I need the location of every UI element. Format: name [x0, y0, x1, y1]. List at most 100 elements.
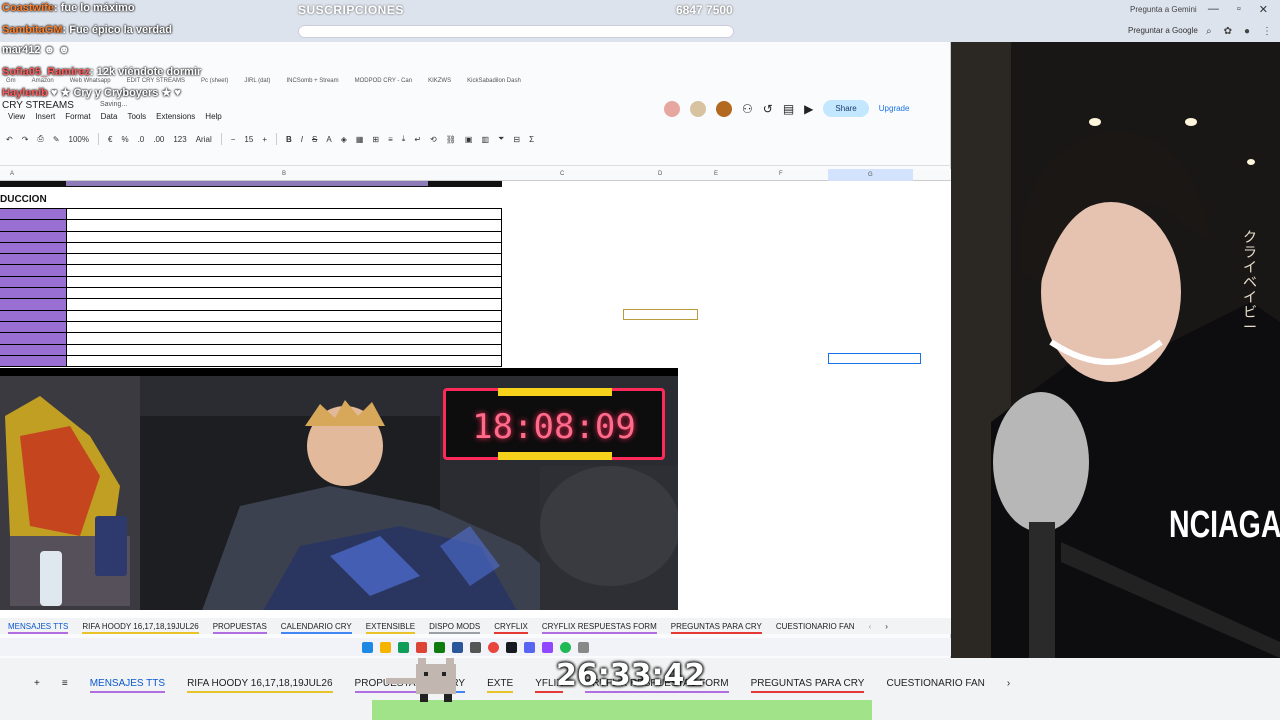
tab-scroll-right-icon[interactable]: › — [885, 622, 888, 631]
meet-icon[interactable]: ▶ — [804, 102, 813, 116]
column-header[interactable]: C — [560, 171, 564, 177]
italic-icon[interactable]: I — [301, 135, 303, 144]
app-icon[interactable] — [398, 641, 409, 653]
decrease-decimal-button[interactable]: .0 — [138, 135, 145, 144]
sheet-tab[interactable]: PROPUESTAS — [212, 622, 267, 634]
sheet-tab[interactable]: CRYFLIX — [494, 622, 528, 634]
sheet-tab[interactable]: MENSAJES TTS — [89, 678, 166, 693]
table-row[interactable] — [0, 265, 502, 277]
text-color-icon[interactable]: A — [326, 135, 331, 144]
profile-icon[interactable]: ● — [1244, 26, 1250, 37]
bookmark[interactable]: Pc (sheet) — [201, 78, 228, 90]
menu-tools[interactable]: Tools — [127, 112, 146, 121]
spotify-icon[interactable] — [560, 641, 571, 653]
close-icon[interactable]: ✕ — [1259, 3, 1268, 16]
percent-button[interactable]: % — [121, 135, 128, 144]
collaborator-avatar[interactable] — [690, 100, 706, 117]
align-icon[interactable]: ≡ — [388, 135, 393, 144]
bold-icon[interactable]: B — [286, 135, 292, 144]
print-icon[interactable]: ⎙ — [37, 134, 43, 144]
app-icon[interactable] — [416, 641, 427, 653]
bookmark[interactable]: INCSomb + Stream — [286, 78, 338, 90]
bookmark[interactable]: KickSabadilon Dash — [467, 78, 521, 90]
table-row[interactable] — [0, 276, 502, 289]
menu-data[interactable]: Data — [101, 112, 118, 121]
fill-color-icon[interactable]: ◈ — [341, 135, 347, 144]
twitch-icon[interactable] — [542, 641, 553, 653]
menu-icon[interactable]: ⋮ — [1262, 26, 1272, 37]
column-header-selected[interactable]: G — [828, 169, 913, 181]
table-row[interactable] — [0, 231, 502, 243]
restore-icon[interactable]: ▫ — [1237, 3, 1241, 16]
column-header[interactable]: E — [714, 171, 718, 177]
strikethrough-icon[interactable]: S — [312, 135, 317, 144]
rotate-icon[interactable]: ⟲ — [430, 135, 437, 144]
start-icon[interactable] — [362, 641, 373, 653]
link-icon[interactable]: ⛓ — [446, 135, 456, 144]
comment-icon[interactable]: ▤ — [783, 102, 794, 116]
comment-add-icon[interactable]: ▣ — [465, 135, 473, 144]
app-icon[interactable] — [470, 641, 481, 653]
table-row[interactable] — [0, 254, 502, 266]
app-icon[interactable] — [578, 641, 589, 653]
functions-icon[interactable]: Σ — [529, 135, 534, 144]
xbox-icon[interactable] — [434, 641, 445, 653]
tab-scroll-right-icon[interactable]: › — [1007, 678, 1010, 689]
table-row[interactable] — [0, 344, 502, 356]
sheet-tab[interactable]: MENSAJES TTS — [8, 622, 69, 634]
chrome-icon[interactable] — [488, 641, 499, 653]
number-format-button[interactable]: 123 — [173, 135, 186, 144]
sheet-tab[interactable]: PREGUNTAS PARA CRY — [750, 678, 864, 693]
redo-icon[interactable]: ↷ — [22, 135, 29, 144]
merge-icon[interactable]: ⊞ — [372, 135, 379, 144]
font-size-decrease[interactable]: − — [231, 135, 236, 144]
address-bar[interactable] — [298, 25, 734, 38]
table-row[interactable] — [0, 299, 502, 311]
table-row[interactable] — [0, 333, 502, 345]
app-icon[interactable] — [452, 641, 463, 653]
font-size-input[interactable]: 15 — [244, 135, 253, 144]
currency-button[interactable]: € — [108, 135, 112, 144]
menu-view[interactable]: View — [8, 112, 25, 121]
borders-icon[interactable]: ▦ — [356, 135, 364, 144]
steam-icon[interactable] — [506, 641, 517, 653]
discord-icon[interactable] — [524, 641, 535, 653]
sheet-tab[interactable]: RIFA HOODY 16,17,18,19JUL26 — [187, 678, 334, 693]
font-select[interactable]: Arial — [196, 135, 212, 144]
table-row[interactable] — [0, 355, 502, 368]
sheet-tab[interactable]: DISPO MODS — [429, 622, 481, 634]
bookmark[interactable]: JIRL (dat) — [244, 78, 270, 90]
embedded-video[interactable]: 18:08:09 — [0, 368, 678, 610]
menu-format[interactable]: Format — [65, 112, 90, 121]
share-button[interactable]: Share — [823, 100, 869, 117]
filter-views-icon[interactable]: ⊟ — [513, 135, 520, 144]
table-row[interactable] — [0, 220, 502, 232]
table-row[interactable] — [0, 209, 502, 221]
folder-icon[interactable] — [380, 641, 391, 653]
undo-icon[interactable]: ↶ — [6, 135, 13, 144]
increase-decimal-button[interactable]: .00 — [153, 135, 164, 144]
search-icon[interactable]: ⌕ — [1206, 26, 1212, 37]
sheet-tab[interactable]: RIFA HOODY 16,17,18,19JUL26 — [82, 622, 200, 634]
sheet-tab[interactable]: CUESTIONARIO FAN — [776, 622, 855, 631]
menu-extensions[interactable]: Extensions — [156, 112, 195, 121]
paint-format-icon[interactable]: ✎ — [53, 135, 60, 144]
column-header[interactable]: D — [658, 171, 662, 177]
valign-icon[interactable]: ⤓ — [402, 134, 406, 144]
zoom-select[interactable]: 100% — [69, 135, 89, 144]
bookmark[interactable]: KIKZWS — [428, 78, 451, 90]
sheet-tab[interactable]: EXTENSIBLE — [365, 622, 416, 634]
column-header[interactable]: F — [779, 171, 783, 177]
table-row[interactable] — [0, 242, 502, 255]
doc-title[interactable]: CRY STREAMS — [2, 100, 74, 111]
active-cell[interactable] — [828, 353, 921, 364]
chart-icon[interactable]: ▥ — [481, 135, 489, 144]
table-row[interactable] — [0, 288, 502, 300]
menu-insert[interactable]: Insert — [35, 112, 55, 121]
history-icon[interactable]: ↺ — [763, 102, 773, 116]
bookmark[interactable]: MODPOD CRY - Can — [355, 78, 412, 90]
wrap-icon[interactable]: ↵ — [414, 135, 421, 144]
upgrade-button[interactable]: Upgrade — [879, 104, 910, 113]
collaborator-avatar[interactable] — [664, 100, 680, 117]
column-header[interactable]: B — [282, 171, 286, 177]
